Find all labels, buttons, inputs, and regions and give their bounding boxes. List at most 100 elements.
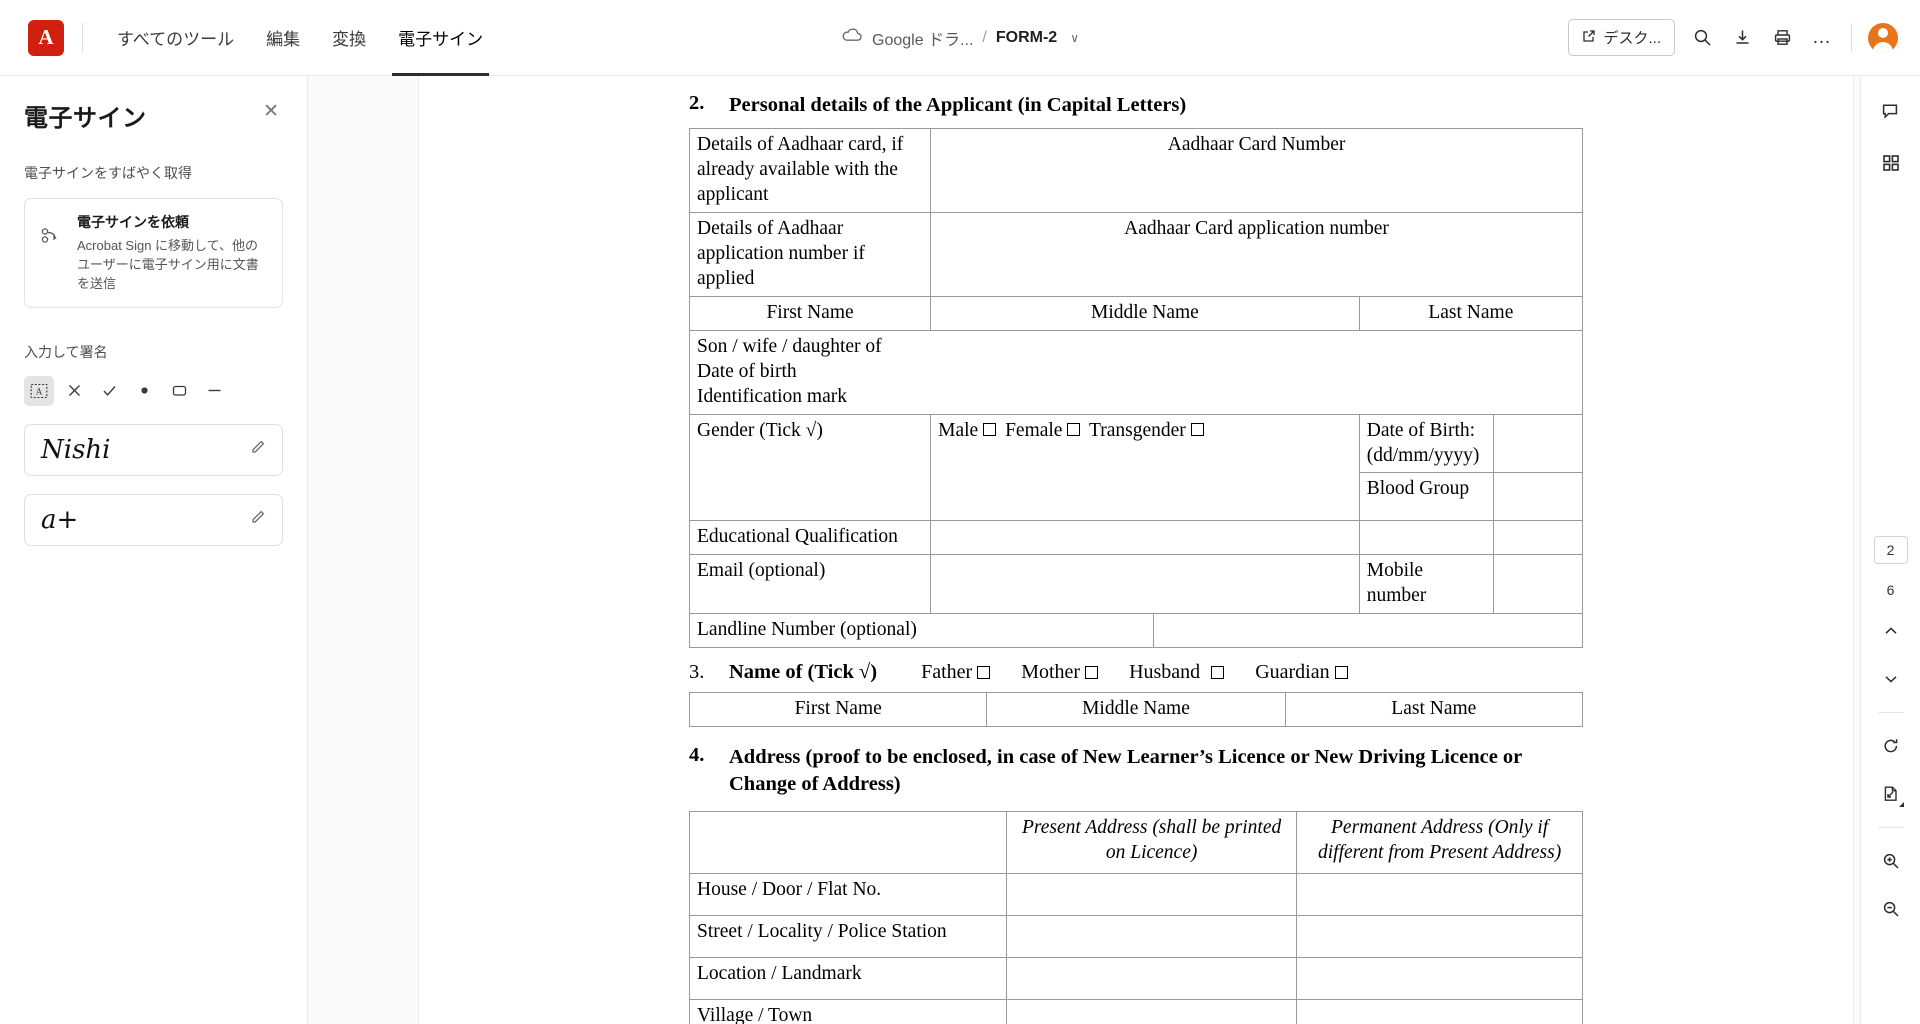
tab-edit-label: 編集 xyxy=(266,30,301,49)
saved-signature-2[interactable]: a+ xyxy=(24,493,283,546)
gender-options-cell[interactable]: Male Female Transgender xyxy=(930,413,1360,522)
mobile-value-cell[interactable] xyxy=(1492,554,1584,615)
more-options-icon[interactable]: … xyxy=(1809,25,1835,51)
mother-checkbox[interactable] xyxy=(1085,665,1099,679)
guardian-checkbox[interactable] xyxy=(1334,665,1348,679)
print-icon[interactable] xyxy=(1769,25,1795,51)
tab-e-sign-label: 電子サイン xyxy=(398,30,484,49)
email-value-cell[interactable] xyxy=(930,554,1360,615)
previous-page-button[interactable] xyxy=(1876,616,1906,646)
dob-value-cell[interactable] xyxy=(1492,413,1584,474)
pencil-icon[interactable] xyxy=(250,509,266,530)
location-permanent-cell[interactable] xyxy=(1296,957,1583,1001)
section-4-heading: 4. Address (proof to be enclosed, in cas… xyxy=(689,744,1583,798)
street-label-cell: Street / Locality / Police Station xyxy=(689,915,1007,959)
education-label-cell: Educational Qualification xyxy=(688,520,932,556)
chevron-down-icon xyxy=(1898,802,1904,807)
text-field-tool[interactable]: A xyxy=(24,375,54,406)
rel-first-name-header: First Name xyxy=(688,692,988,728)
gender-male-label: Male xyxy=(938,419,979,441)
table-row: Details of Aadhaar card, if already avai… xyxy=(688,128,1583,213)
panel-header: 電子サイン ✕ xyxy=(24,76,283,133)
rotate-icon[interactable] xyxy=(1876,731,1906,761)
chevron-down-icon[interactable]: ∨ xyxy=(1070,31,1079,45)
village-present-cell[interactable] xyxy=(1005,999,1298,1024)
section-3-heading: 3. Name of (Tick √) Father Mother Husban… xyxy=(689,661,1583,684)
street-present-cell[interactable] xyxy=(1005,915,1298,959)
gender-label-cell: Gender (Tick √) xyxy=(688,413,932,522)
current-page-input[interactable]: 2 xyxy=(1873,536,1908,564)
cross-tool[interactable] xyxy=(59,376,89,406)
mother-option[interactable]: Mother xyxy=(1021,661,1102,683)
check-tool[interactable] xyxy=(94,376,124,406)
landline-value-cell[interactable] xyxy=(1153,613,1583,649)
location-present-cell[interactable] xyxy=(1005,957,1298,1001)
dot-tool[interactable] xyxy=(129,376,159,406)
request-signature-title: 電子サインを依頼 xyxy=(77,214,189,230)
request-signature-desc: Acrobat Sign に移動して、他のユーザーに電子サイン用に文書を送信 xyxy=(77,238,259,291)
tab-convert[interactable]: 変換 xyxy=(316,0,382,76)
section-2-title: Personal details of the Applicant (in Ca… xyxy=(729,94,1187,116)
village-permanent-cell[interactable] xyxy=(1296,999,1583,1024)
gender-male-checkbox[interactable] xyxy=(983,423,997,437)
right-panel-buttons xyxy=(1876,76,1906,178)
aadhaar-app-label-cell: Details of Aadhaar application number if… xyxy=(688,211,932,297)
saved-signature-1[interactable]: Nishi xyxy=(24,423,283,476)
tab-all-tools[interactable]: すべてのツール xyxy=(101,0,250,76)
download-icon[interactable] xyxy=(1729,25,1755,51)
avatar[interactable] xyxy=(1868,22,1898,53)
blood-spacer-value-cell[interactable] xyxy=(1492,520,1584,556)
village-label-cell: Village / Town xyxy=(689,999,1007,1024)
thumbnails-panel-icon[interactable] xyxy=(1876,148,1906,178)
house-present-cell[interactable] xyxy=(1005,873,1298,917)
guardian-option[interactable]: Guardian xyxy=(1255,661,1351,683)
close-icon[interactable]: ✕ xyxy=(259,98,283,125)
husband-checkbox[interactable] xyxy=(1211,665,1225,679)
fill-and-sign-label: 入力して署名 xyxy=(24,343,108,360)
table-row: House / Door / Flat No. xyxy=(689,873,1583,917)
aadhaar-value-cell[interactable]: Aadhaar Card Number xyxy=(930,128,1583,213)
next-page-button[interactable] xyxy=(1876,664,1906,694)
brand-logo[interactable]: A xyxy=(28,19,64,56)
blood-spacer-cell xyxy=(1358,520,1494,556)
breadcrumb-source[interactable]: Google ドラ... xyxy=(872,26,973,50)
saved-signature-1-text: Nishi xyxy=(41,434,111,465)
tab-e-sign[interactable]: 電子サイン xyxy=(382,0,499,76)
request-signature-icon xyxy=(39,212,65,251)
gender-female-checkbox[interactable] xyxy=(1067,423,1081,437)
breadcrumb-filename: FORM-2 xyxy=(995,28,1058,46)
document-viewport[interactable]: 2. Personal details of the Applicant (in… xyxy=(308,76,1860,1024)
line-tool[interactable] xyxy=(199,376,229,406)
street-permanent-cell[interactable] xyxy=(1296,915,1583,959)
pdf-page-content: 2. Personal details of the Applicant (in… xyxy=(419,76,1853,1024)
relation-block-cell[interactable]: Son / wife / daughter of Date of birth I… xyxy=(689,329,1583,415)
e-sign-panel: 電子サイン ✕ 電子サインをすばやく取得 電子サインを依頼 Acrobat Si… xyxy=(0,76,308,1024)
permanent-address-header: Permanent Address (Only if different fro… xyxy=(1296,811,1583,875)
father-option[interactable]: Father xyxy=(921,661,994,683)
education-value-cell[interactable] xyxy=(930,520,1360,556)
open-desktop-button[interactable]: デスク... xyxy=(1568,19,1675,56)
table-row: Street / Locality / Police Station xyxy=(689,915,1583,959)
more-glyph: … xyxy=(1812,26,1832,48)
tab-convert-label: 変換 xyxy=(332,30,367,49)
rail-separator xyxy=(1877,827,1904,828)
rectangle-tool[interactable] xyxy=(164,376,194,406)
zoom-in-icon[interactable] xyxy=(1876,846,1906,876)
father-checkbox[interactable] xyxy=(977,665,991,679)
tab-edit[interactable]: 編集 xyxy=(250,0,316,76)
blood-group-value-cell[interactable] xyxy=(1492,472,1584,522)
table-row: Gender (Tick √) Male Female Transgender … xyxy=(688,413,1584,522)
rel-middle-name-header: Middle Name xyxy=(986,692,1286,728)
house-permanent-cell[interactable] xyxy=(1296,873,1583,917)
aadhaar-app-value-cell[interactable]: Aadhaar Card application number xyxy=(930,211,1583,297)
request-signature-card[interactable]: 電子サインを依頼 Acrobat Sign に移動して、他のユーザーに電子サイン… xyxy=(24,198,283,308)
pencil-icon[interactable] xyxy=(250,439,266,460)
page-navigation-controls: 2 6 xyxy=(1873,536,1908,924)
search-icon[interactable] xyxy=(1689,25,1715,51)
husband-option[interactable]: Husband xyxy=(1129,661,1228,683)
fit-page-icon[interactable] xyxy=(1876,779,1906,809)
email-label-cell: Email (optional) xyxy=(688,554,932,615)
gender-transgender-checkbox[interactable] xyxy=(1190,423,1204,437)
zoom-out-icon[interactable] xyxy=(1876,894,1906,924)
comments-panel-icon[interactable] xyxy=(1876,96,1906,126)
